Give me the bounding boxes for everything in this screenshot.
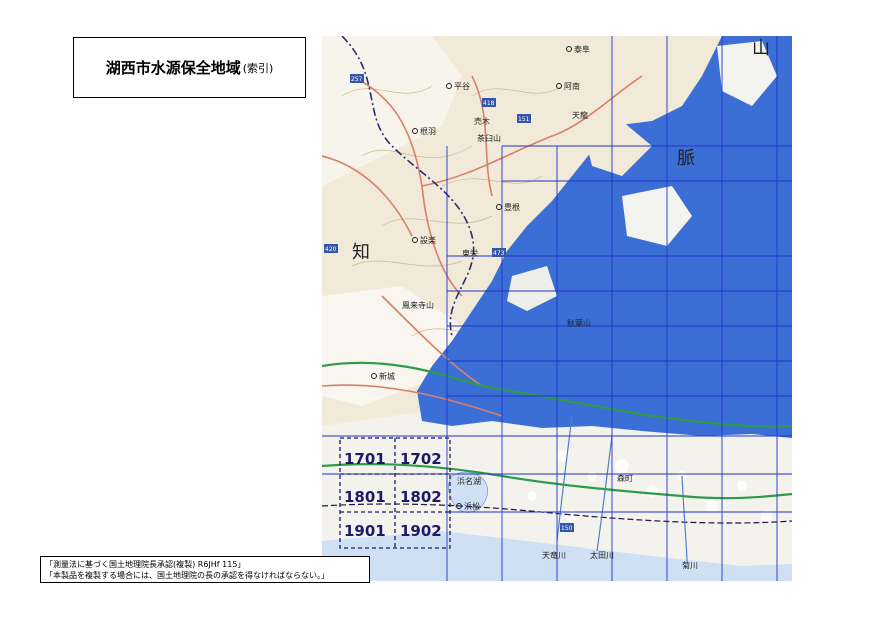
place-label: 東栄: [462, 248, 478, 258]
tile-label-1701[interactable]: 1701: [344, 450, 386, 468]
index-map: 1701 1702 1801 1802 1901 1902 平谷 根羽 売木 天…: [322, 36, 792, 581]
map-title-subtitle: (索引): [242, 61, 274, 75]
place-label: 秋葉山: [567, 318, 591, 328]
tile-label-1901[interactable]: 1901: [344, 522, 386, 540]
place-label: 天龍: [572, 110, 588, 120]
tile-label-1801[interactable]: 1801: [344, 488, 386, 506]
place-label: 阿南: [564, 81, 580, 91]
place-label: 売木: [474, 116, 490, 126]
place-label: 浜松: [464, 501, 480, 511]
place-label: 鳳来寺山: [402, 300, 434, 310]
river-label: 菊川: [682, 560, 698, 570]
region-label: 山: [752, 38, 770, 59]
place-label: 根羽: [420, 126, 436, 136]
survey-approval-notice: 「測量法に基づく国土地理院長承認(複製) R6JHf 115」 「本製品を複製す…: [40, 556, 370, 583]
place-label: 豊根: [504, 202, 520, 212]
place-label: 浜名湖: [457, 476, 481, 486]
route-label: 418: [483, 100, 495, 107]
tile-label-1802[interactable]: 1802: [400, 488, 442, 506]
map-title: 湖西市水源保全地域: [105, 59, 241, 77]
place-label: 森町: [617, 473, 633, 483]
place-label: 泰阜: [574, 44, 590, 54]
notice-line-2: 「本製品を複製する場合には、国土地理院の長の承認を得なければならない。」: [45, 571, 329, 580]
place-label: 平谷: [454, 82, 470, 91]
place-label: 設楽: [420, 235, 436, 245]
route-label: 150: [561, 525, 573, 532]
notice-line-1: 「測量法に基づく国土地理院長承認(複製) R6JHf 115」: [45, 560, 246, 569]
route-label: 151: [518, 116, 530, 123]
route-label: 420: [325, 246, 337, 253]
tile-label-1902[interactable]: 1902: [400, 522, 442, 540]
route-label: 257: [351, 76, 363, 83]
region-label: 脈: [677, 148, 695, 169]
map-title-box: 湖西市水源保全地域 (索引): [73, 37, 306, 98]
river-label: 天竜川: [542, 550, 566, 560]
region-label: 知: [352, 242, 370, 263]
place-label: 新城: [379, 371, 395, 381]
tile-label-1702[interactable]: 1702: [400, 450, 442, 468]
route-label: 473: [493, 250, 505, 257]
river-label: 太田川: [590, 550, 614, 560]
place-label: 茶臼山: [477, 133, 501, 143]
